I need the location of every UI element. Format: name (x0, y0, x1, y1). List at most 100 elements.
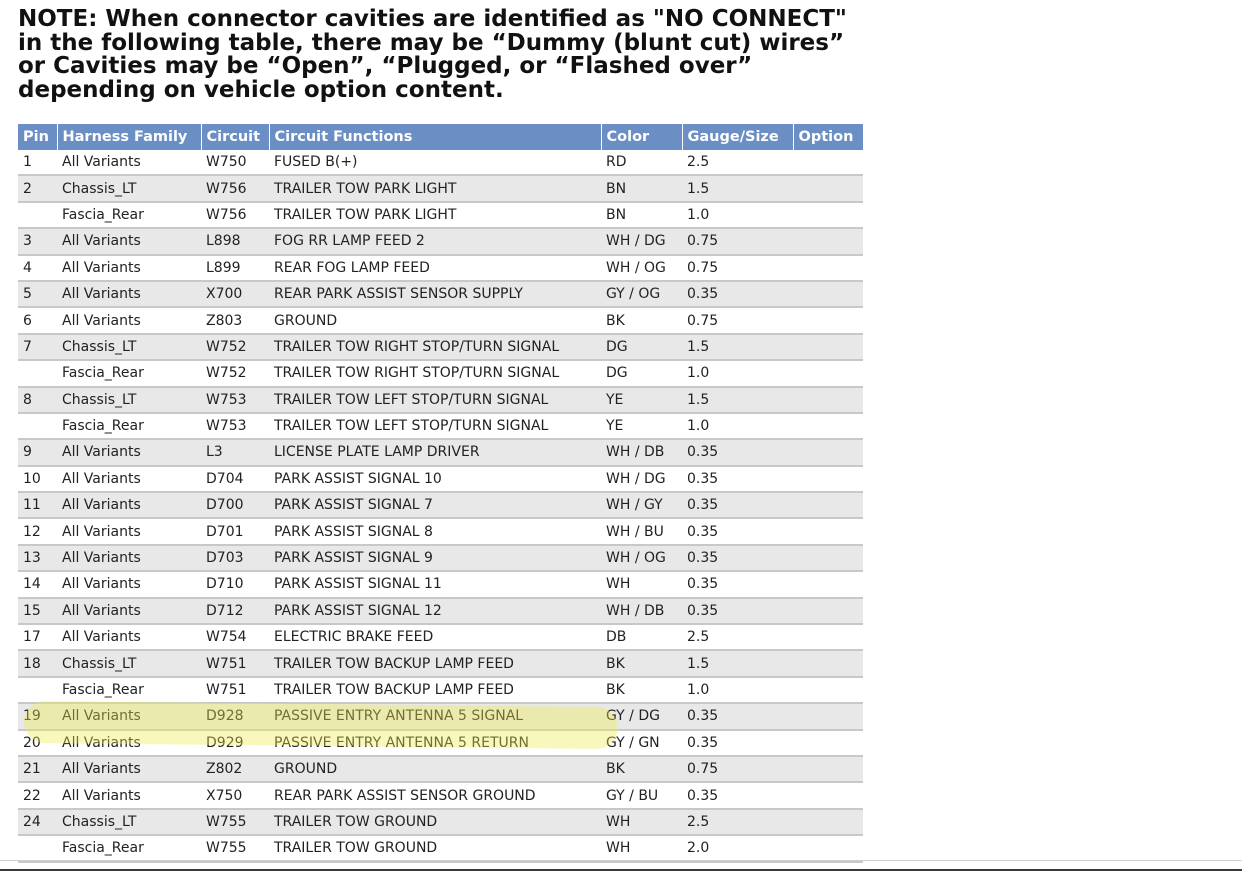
cell-circuit: D704 (201, 465, 269, 494)
cell-color: BK (601, 307, 682, 335)
cell-circuit: W753 (201, 412, 269, 441)
cell-circuit-function: PASSIVE ENTRY ANTENNA 5 SIGNAL (269, 703, 601, 731)
cell-color: WH / OG (601, 544, 682, 573)
cell-circuit: W755 (201, 835, 269, 863)
table-body: 1 All Variants W750 FUSED B(+) RD 2.5 2 Chassis… (18, 150, 863, 863)
cell-gauge: 0.35 (682, 518, 793, 546)
cell-color: DG (601, 360, 682, 388)
cell-option (793, 254, 863, 282)
cell-color: DB (601, 624, 682, 652)
cell-option (793, 755, 863, 784)
cell-gauge: 0.35 (682, 544, 793, 573)
table-row: 22 All Variants X750 REAR PARK ASSIST SENSO… (18, 782, 863, 810)
cell-color: GY / GN (601, 729, 682, 757)
cell-gauge: 0.35 (682, 439, 793, 467)
cell-option (793, 835, 863, 863)
cell-circuit-function: TRAILER TOW PARK LIGHT (269, 175, 601, 203)
cell-circuit-function: REAR PARK ASSIST SENSOR SUPPLY (269, 280, 601, 309)
cell-circuit-function: PARK ASSIST SIGNAL 9 (269, 544, 601, 573)
cell-option (793, 624, 863, 652)
table-row: 3 All Variants L898 FOG RR LAMP FEED 2 WH / … (18, 228, 863, 256)
cell-circuit-function: TRAILER TOW LEFT STOP/TURN SIGNAL (269, 386, 601, 414)
cell-option (793, 386, 863, 414)
cell-circuit: Z802 (201, 755, 269, 784)
cell-circuit: W752 (201, 360, 269, 388)
cell-circuit: X700 (201, 280, 269, 309)
cell-circuit-function: TRAILER TOW GROUND (269, 808, 601, 837)
cell-gauge: 0.35 (682, 597, 793, 626)
table-row: 2 Chassis_LT W756 TRAILER TOW PARK LIGHT BN 1… (18, 175, 863, 203)
cell-circuit-function: ELECTRIC BRAKE FEED (269, 624, 601, 652)
cell-circuit: W751 (201, 676, 269, 705)
cell-gauge: 0.35 (682, 703, 793, 731)
cell-gauge: 2.5 (682, 150, 793, 177)
cell-harness-family: All Variants (57, 571, 201, 599)
table-row: 15 All Variants D712 PARK ASSIST SIGNAL 12 W… (18, 597, 863, 626)
cell-pin: 21 (18, 755, 57, 784)
note-line-3: or Cavities may be “Open”, “Plugged, or … (18, 53, 753, 79)
cell-circuit: D701 (201, 518, 269, 546)
cell-harness-family: All Variants (57, 150, 201, 177)
cell-option (793, 703, 863, 731)
connector-note: NOTE: When connector cavities are identi… (18, 7, 878, 102)
cell-circuit: X750 (201, 782, 269, 810)
cell-circuit: W755 (201, 808, 269, 837)
cell-circuit: W752 (201, 333, 269, 362)
cell-gauge: 2.5 (682, 624, 793, 652)
cell-pin: 5 (18, 280, 57, 309)
cell-gauge: 2.5 (682, 808, 793, 837)
cell-color: DG (601, 333, 682, 362)
cell-circuit-function: TRAILER TOW BACKUP LAMP FEED (269, 676, 601, 705)
cell-harness-family: All Variants (57, 307, 201, 335)
table-row: 20 All Variants D929 PASSIVE ENTRY ANTENNA … (18, 729, 863, 757)
cell-gauge: 2.0 (682, 835, 793, 863)
cell-pin: 18 (18, 650, 57, 678)
cell-gauge: 0.35 (682, 465, 793, 494)
cell-pin: 8 (18, 386, 57, 414)
table-row: Fascia_Rear W756 TRAILER TOW PARK LIGHT BN 1… (18, 201, 863, 230)
cell-pin: 9 (18, 439, 57, 467)
cell-circuit-function: GROUND (269, 755, 601, 784)
header-option: Option (793, 124, 863, 150)
cell-circuit: L3 (201, 439, 269, 467)
note-line-2: in the following table, there may be “Du… (18, 29, 845, 56)
table-row: 7 Chassis_LT W752 TRAILER TOW RIGHT STOP/TU… (18, 333, 863, 362)
cell-gauge: 1.0 (682, 360, 793, 388)
cell-option (793, 465, 863, 494)
table-row: 9 All Variants L3 LICENSE PLATE LAMP DRIVER… (18, 439, 863, 467)
cell-pin (18, 201, 57, 230)
cell-circuit: D712 (201, 597, 269, 626)
cell-color: BK (601, 650, 682, 678)
cell-pin: 2 (18, 175, 57, 203)
table-row: 14 All Variants D710 PARK ASSIST SIGNAL 11 W… (18, 571, 863, 599)
cell-circuit: W751 (201, 650, 269, 678)
cell-gauge: 0.75 (682, 755, 793, 784)
cell-gauge: 0.75 (682, 228, 793, 256)
cell-circuit-function: GROUND (269, 307, 601, 335)
cell-gauge: 1.0 (682, 412, 793, 441)
cell-circuit-function: TRAILER TOW GROUND (269, 835, 601, 863)
table-row: 1 All Variants W750 FUSED B(+) RD 2.5 (18, 150, 863, 177)
cell-color: BN (601, 201, 682, 230)
cell-circuit-function: PARK ASSIST SIGNAL 10 (269, 465, 601, 494)
cell-option (793, 175, 863, 203)
cell-pin: 19 (18, 703, 57, 731)
cell-color: GY / BU (601, 782, 682, 810)
cell-harness-family: Fascia_Rear (57, 360, 201, 388)
cell-gauge: 0.35 (682, 729, 793, 757)
cell-color: GY / OG (601, 280, 682, 309)
cell-color: GY / DG (601, 703, 682, 731)
cell-harness-family: All Variants (57, 492, 201, 520)
cell-option (793, 492, 863, 520)
cell-circuit-function: TRAILER TOW LEFT STOP/TURN SIGNAL (269, 412, 601, 441)
cell-gauge: 1.5 (682, 333, 793, 362)
cell-gauge: 0.35 (682, 782, 793, 810)
table-row: 24 Chassis_LT W755 TRAILER TOW GROUND WH 2.5 (18, 808, 863, 837)
cell-gauge: 0.35 (682, 571, 793, 599)
cell-circuit: D700 (201, 492, 269, 520)
header-pin: Pin (18, 124, 58, 150)
cell-circuit-function: PARK ASSIST SIGNAL 11 (269, 571, 601, 599)
table-row: 11 All Variants D700 PARK ASSIST SIGNAL 7 WH… (18, 492, 863, 520)
cell-circuit-function: TRAILER TOW RIGHT STOP/TURN SIGNAL (269, 360, 601, 388)
cell-option (793, 150, 863, 177)
